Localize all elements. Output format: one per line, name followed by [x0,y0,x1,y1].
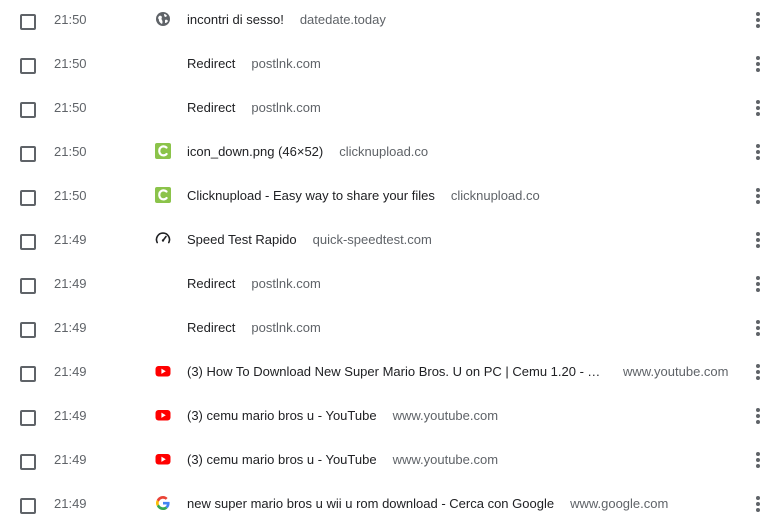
entry-domain: quick-speedtest.com [312,232,432,247]
entry-title-link[interactable]: Redirect [187,320,235,335]
history-row[interactable]: 21:50 Redirect postlnk.com [0,88,775,132]
history-row[interactable]: 21:50 Clicknupload - Easy way to share y… [0,176,775,220]
entry-title-link[interactable]: Redirect [187,276,235,291]
row-checkbox[interactable] [20,58,36,74]
entry-domain: www.google.com [570,496,669,511]
more-actions-icon[interactable] [748,494,768,514]
entry-title-link[interactable]: Speed Test Rapido [187,232,297,247]
visit-time: 21:50 [54,12,87,27]
entry-domain: postlnk.com [251,320,321,335]
globe-icon [155,11,171,27]
history-row[interactable]: 21:49 (3) How To Download New Super Mari… [0,352,775,396]
visit-time: 21:50 [54,100,87,115]
more-actions-icon[interactable] [748,10,768,30]
history-list: 21:50 incontri di sesso! datedate.today 2… [0,0,775,524]
more-actions-icon[interactable] [748,406,768,426]
more-actions-icon[interactable] [748,186,768,206]
history-row[interactable]: 21:49 Speed Test Rapido quick-speedtest.c… [0,220,775,264]
row-checkbox[interactable] [20,102,36,118]
history-row[interactable]: 21:49 (3) cemu mario bros u - YouTube www… [0,440,775,484]
more-actions-icon[interactable] [748,142,768,162]
visit-time: 21:49 [54,276,87,291]
entry-title-link[interactable]: (3) cemu mario bros u - YouTube [187,452,377,467]
entry-domain: datedate.today [299,12,386,27]
row-checkbox[interactable] [20,234,36,250]
row-checkbox[interactable] [20,454,36,470]
entry-domain: www.youtube.com [392,452,499,467]
entry-title-link[interactable]: Redirect [187,100,235,115]
more-actions-icon[interactable] [748,274,768,294]
visit-time: 21:49 [54,452,87,467]
more-actions-icon[interactable] [748,54,768,74]
youtube-icon [155,451,171,467]
row-checkbox[interactable] [20,14,36,30]
more-actions-icon[interactable] [748,230,768,250]
history-row[interactable]: 21:49 new super mario bros u wii u rom d… [0,484,775,528]
entry-domain: postlnk.com [251,56,321,71]
entry-title-link[interactable]: Clicknupload - Easy way to share your fi… [187,188,435,203]
visit-time: 21:50 [54,188,87,203]
youtube-icon [155,363,171,379]
google-icon [155,495,171,511]
more-actions-icon[interactable] [748,450,768,470]
more-actions-icon[interactable] [748,362,768,382]
visit-time: 21:49 [54,232,87,247]
entry-domain: clicknupload.co [450,188,540,203]
youtube-icon [155,407,171,423]
visit-time: 21:50 [54,144,87,159]
visit-time: 21:49 [54,364,87,379]
history-row[interactable]: 21:49 Redirect postlnk.com [0,308,775,352]
entry-domain: clicknupload.co [339,144,429,159]
entry-title-link[interactable]: (3) cemu mario bros u - YouTube [187,408,377,423]
history-row[interactable]: 21:50 incontri di sesso! datedate.today [0,0,775,44]
history-row[interactable]: 21:50 Redirect postlnk.com [0,44,775,88]
row-checkbox[interactable] [20,322,36,338]
entry-title-link[interactable]: incontri di sesso! [187,12,284,27]
more-actions-icon[interactable] [748,98,768,118]
row-checkbox[interactable] [20,146,36,162]
history-row[interactable]: 21:49 Redirect postlnk.com [0,264,775,308]
row-checkbox[interactable] [20,498,36,514]
visit-time: 21:49 [54,320,87,335]
history-row[interactable]: 21:50 icon_down.png (46×52) clicknupload.… [0,132,775,176]
clicknupload-icon [155,187,171,203]
entry-domain: www.youtube.com [392,408,499,423]
entry-domain: postlnk.com [251,276,321,291]
entry-title-link[interactable]: Redirect [187,56,235,71]
entry-title-link[interactable]: icon_down.png (46×52) [187,144,323,159]
visit-time: 21:49 [54,408,87,423]
clicknupload-icon [155,143,171,159]
entry-title-link[interactable]: (3) How To Download New Super Mario Bros… [187,364,605,380]
row-checkbox[interactable] [20,278,36,294]
visit-time: 21:50 [54,56,87,71]
visit-time: 21:49 [54,496,87,511]
history-row[interactable]: 21:49 (3) cemu mario bros u - YouTube www… [0,396,775,440]
row-checkbox[interactable] [20,190,36,206]
entry-title-link[interactable]: new super mario bros u wii u rom downloa… [187,496,554,511]
row-checkbox[interactable] [20,410,36,426]
row-checkbox[interactable] [20,366,36,382]
speedometer-icon [155,231,171,247]
entry-domain: www.youtube.com [623,364,729,379]
entry-domain: postlnk.com [251,100,321,115]
more-actions-icon[interactable] [748,318,768,338]
